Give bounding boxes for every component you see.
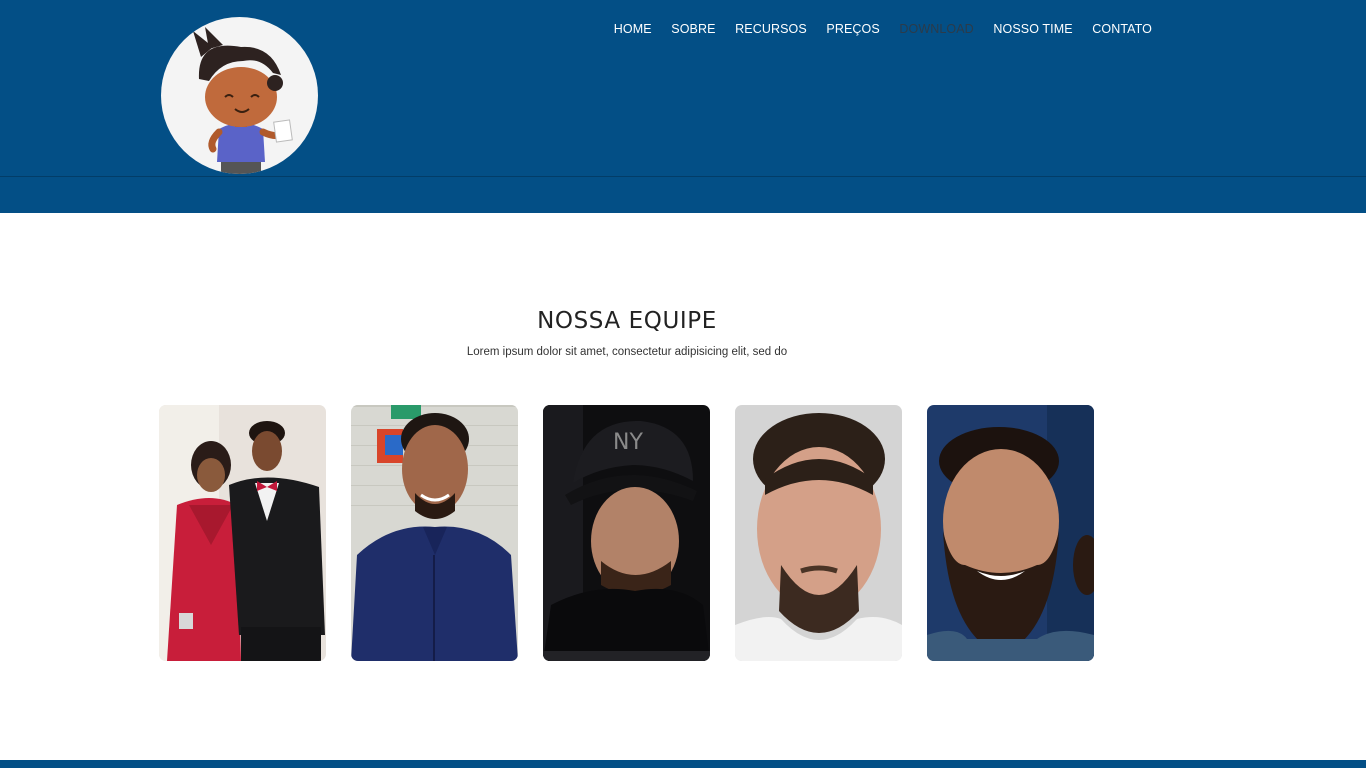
mascot-logo-icon[interactable] [161,17,318,174]
section-title: NOSSA EQUIPE [537,308,717,334]
nav-precos[interactable]: PREÇOS [817,20,890,38]
header-band [0,177,1366,213]
nav-home[interactable]: HOME [604,20,662,38]
nav-recursos[interactable]: RECURSOS [725,20,816,38]
site-header: HOME SOBRE RECURSOS PREÇOS DOWNLOAD NOSS… [0,0,1366,177]
section-subtitle: Lorem ipsum dolor sit amet, consectetur … [466,346,788,358]
team-photo [927,405,1094,661]
nav-download[interactable]: DOWNLOAD [890,20,984,38]
team-gallery: NY [159,405,1094,661]
team-photo [735,405,902,661]
nav-contato[interactable]: CONTATO [1082,20,1161,38]
team-photo: NY [543,405,710,661]
team-photo [159,405,326,661]
main-nav: HOME SOBRE RECURSOS PREÇOS DOWNLOAD NOSS… [604,20,1162,38]
nav-nosso-time[interactable]: NOSSO TIME [984,20,1083,38]
team-photo [351,405,518,661]
footer-band [0,760,1366,768]
svg-text:NY: NY [613,430,643,455]
nav-sobre[interactable]: SOBRE [662,20,726,38]
